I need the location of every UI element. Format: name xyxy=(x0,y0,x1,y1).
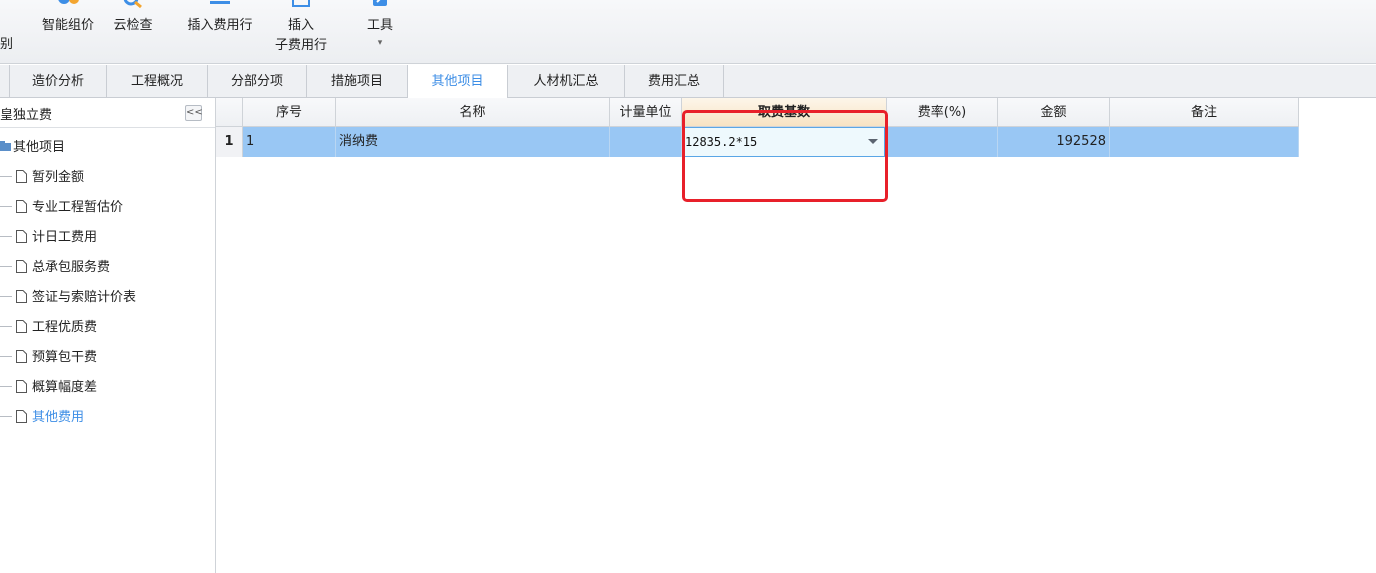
tree-item-label: 暂列金额 xyxy=(32,170,85,185)
insert-fee-row-label: 插入费用行 xyxy=(187,18,253,33)
cloud-check-label: 云检查 xyxy=(113,18,153,33)
tree-item-estimate-margin[interactable]: 概算幅度差 xyxy=(0,378,97,398)
document-icon xyxy=(16,170,27,183)
tools-label: 工具 xyxy=(366,18,393,33)
insert-fee-row-button[interactable]: 插入费用行 xyxy=(180,0,260,40)
tree-item-label: 总承包服务费 xyxy=(32,260,111,275)
cloud-check-icon xyxy=(123,0,142,9)
cell-unit[interactable] xyxy=(610,127,682,157)
smart-pricing-label: 智能组价 xyxy=(41,18,94,33)
smart-pricing-button[interactable]: 智能组价 xyxy=(34,0,102,40)
row-number[interactable]: 1 xyxy=(216,127,243,157)
chevron-down-icon[interactable] xyxy=(868,139,878,144)
tab-cost-analysis[interactable]: 造价分析 xyxy=(10,65,107,98)
document-icon xyxy=(16,260,27,273)
tree-item-daywork[interactable]: 计日工费用 xyxy=(0,228,97,248)
ribbon-toolbar: 别 智能组价 云检查 插入费用行 插入 子费用行 工具 ▾ xyxy=(0,0,1376,64)
tab-measures[interactable]: 措施项目 xyxy=(307,65,408,98)
document-icon xyxy=(16,230,27,243)
tree-item-provisional-sum[interactable]: 暂列金额 xyxy=(0,168,84,188)
collapse-panel-button[interactable]: << xyxy=(185,105,203,121)
tree-root-label: 其他项目 xyxy=(13,140,66,155)
tab-bar: 造价分析 工程概况 分部分项 措施项目 其他项目 人材机汇总 费用汇总 xyxy=(0,65,1376,99)
insert-sub-fee-row-button[interactable]: 插入 子费用行 xyxy=(266,0,336,60)
header-name[interactable]: 名称 xyxy=(336,98,610,127)
document-icon xyxy=(16,200,27,213)
header-unit[interactable]: 计量单位 xyxy=(610,98,682,127)
tree-item-other-fees[interactable]: 其他费用 xyxy=(0,408,84,428)
insert-sub-row-icon xyxy=(292,0,310,7)
document-icon xyxy=(16,380,27,393)
header-rate[interactable]: 费率(%) xyxy=(887,98,998,127)
cell-amount[interactable]: 192528 xyxy=(998,127,1110,157)
fee-base-value: 12835.2*15 xyxy=(685,135,758,149)
tab-spacer xyxy=(0,65,10,98)
tree-connector xyxy=(0,386,12,387)
tree-item-visa-claims[interactable]: 签证与索赔计价表 xyxy=(0,288,136,308)
folder-icon xyxy=(0,141,11,151)
project-tree-panel: 皇独立费 << 其他项目 暂列金额 专业工程暂估价 计日工费用 总承包服务费 签… xyxy=(0,98,216,573)
tree-connector xyxy=(0,236,12,237)
tree-item-label: 签证与索赔计价表 xyxy=(32,290,137,305)
tab-other-items[interactable]: 其他项目 xyxy=(408,65,508,99)
tree-item-specialty-estimate[interactable]: 专业工程暂估价 xyxy=(0,198,123,218)
tree-item-quality-fee[interactable]: 工程优质费 xyxy=(0,318,97,338)
cloud-check-button[interactable]: 云检查 xyxy=(106,0,160,40)
cell-remark[interactable] xyxy=(1110,127,1299,157)
header-fee-base[interactable]: 取费基数 xyxy=(682,98,887,127)
tab-sub-items[interactable]: 分部分项 xyxy=(208,65,307,98)
tab-fee-summary[interactable]: 费用汇总 xyxy=(625,65,724,98)
fee-base-editor[interactable]: 12835.2*15 xyxy=(682,127,885,157)
tree-connector xyxy=(0,206,12,207)
tools-icon xyxy=(373,0,387,6)
tree-root-other-items[interactable]: 其他项目 xyxy=(0,138,65,158)
tree-connector xyxy=(0,326,12,327)
header-seq[interactable]: 序号 xyxy=(243,98,336,127)
tree-connector xyxy=(0,296,12,297)
tree-item-general-contract-fee[interactable]: 总承包服务费 xyxy=(0,258,110,278)
document-icon xyxy=(16,410,27,423)
grid-corner-cell[interactable] xyxy=(216,98,243,127)
tree-panel-title: 皇独立费 xyxy=(0,108,53,123)
tree-item-label: 概算幅度差 xyxy=(32,380,98,395)
tree-connector xyxy=(0,416,12,417)
tree-connector xyxy=(0,356,12,357)
tree-item-label: 工程优质费 xyxy=(32,320,98,335)
tools-dropdown-icon: ▾ xyxy=(377,38,383,48)
tools-button[interactable]: 工具 ▾ xyxy=(358,0,402,60)
header-amount[interactable]: 金额 xyxy=(998,98,1110,127)
tree-item-label: 专业工程暂估价 xyxy=(32,200,124,215)
document-icon xyxy=(16,290,27,303)
tree-item-label: 计日工费用 xyxy=(32,230,98,245)
cell-name[interactable]: 消纳费 xyxy=(336,127,610,157)
tree-connector xyxy=(0,266,12,267)
tab-labor-material-summary[interactable]: 人材机汇总 xyxy=(508,65,625,98)
insert-row-icon xyxy=(210,1,230,4)
cell-rate[interactable] xyxy=(887,127,998,157)
document-icon xyxy=(16,350,27,363)
tree-panel-header: 皇独立费 << xyxy=(0,98,215,128)
tab-project-overview[interactable]: 工程概况 xyxy=(107,65,208,98)
tree-connector xyxy=(0,176,12,177)
insert-sub-fee-row-label2: 子费用行 xyxy=(274,38,327,53)
cell-seq[interactable]: 1 xyxy=(243,127,336,157)
ribbon-edge-label: 别 xyxy=(0,37,14,52)
tree-item-label: 其他费用 xyxy=(32,410,85,425)
tree-item-budget-lump-sum[interactable]: 预算包干费 xyxy=(0,348,97,368)
tree-item-label: 预算包干费 xyxy=(32,350,98,365)
document-icon xyxy=(16,320,27,333)
insert-sub-fee-row-label: 插入 xyxy=(287,18,314,33)
smart-pricing-icon xyxy=(58,0,79,4)
header-remark[interactable]: 备注 xyxy=(1110,98,1299,127)
